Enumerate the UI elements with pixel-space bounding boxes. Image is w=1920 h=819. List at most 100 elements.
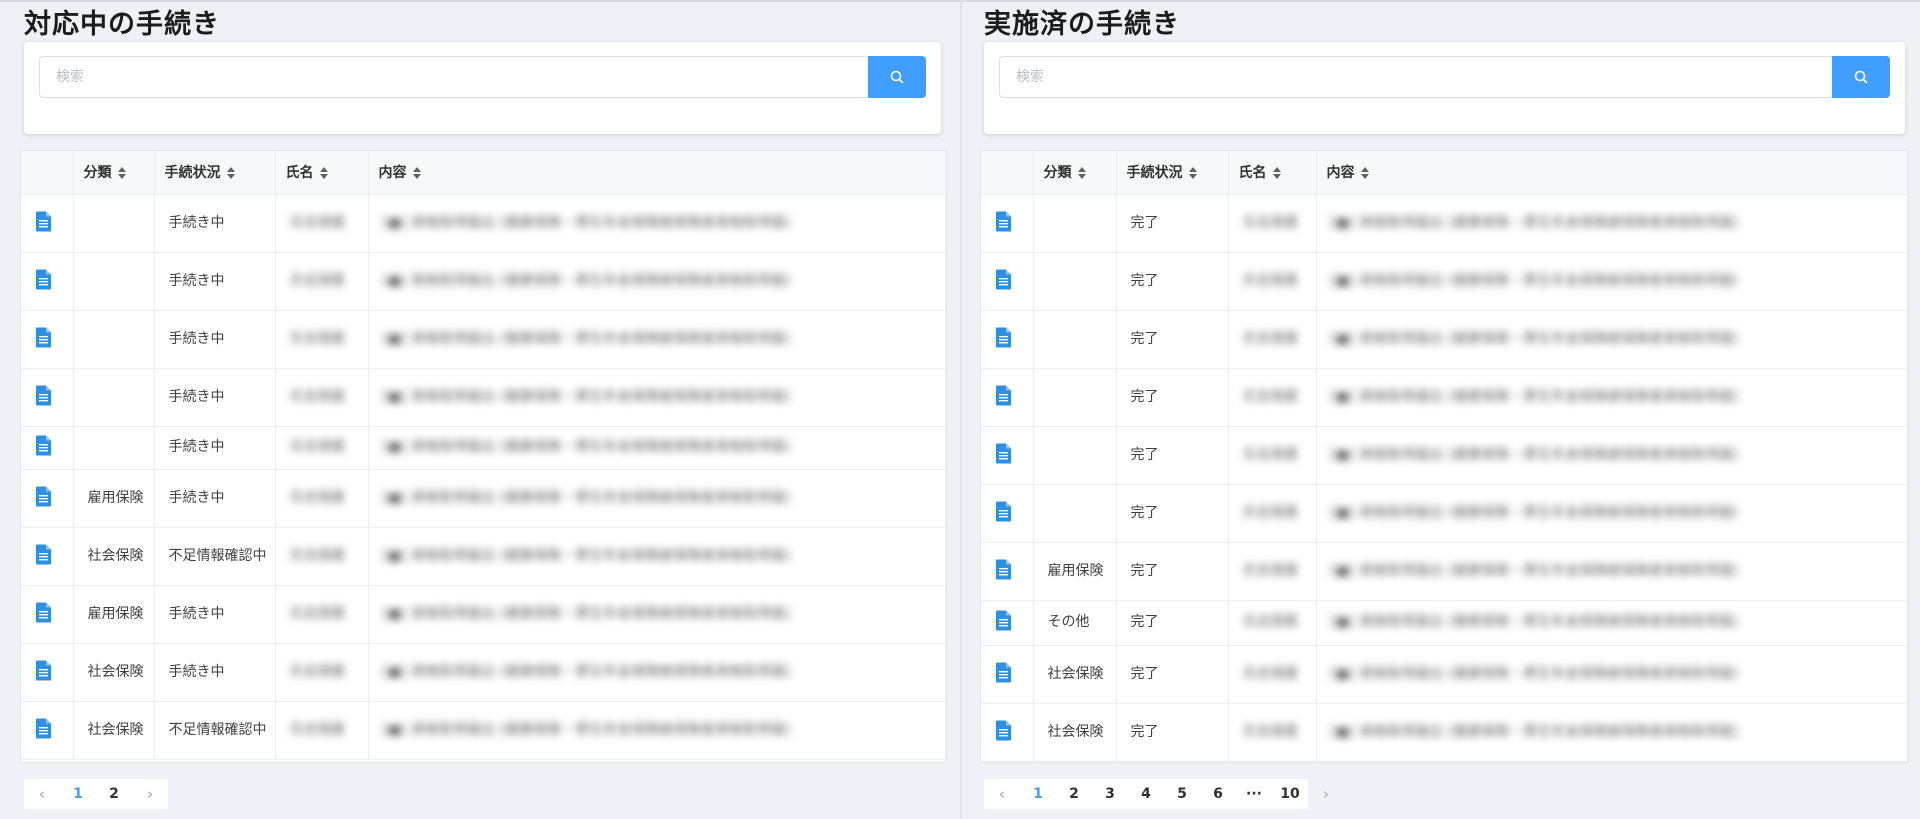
page-button[interactable]: 2 bbox=[96, 786, 132, 802]
document-icon[interactable] bbox=[995, 559, 1012, 584]
document-icon[interactable] bbox=[995, 501, 1012, 526]
table-row[interactable]: 完了 氏名隠匿 [■] 資格取得届出 (健康保険・厚生年金保険被保険者資格取得届) bbox=[981, 368, 1908, 427]
page-button[interactable]: 6 bbox=[1200, 786, 1236, 802]
search-input[interactable] bbox=[999, 56, 1858, 98]
row-icon-cell[interactable] bbox=[981, 252, 1034, 311]
next-page-button[interactable]: › bbox=[1308, 785, 1344, 803]
status-text: 手続き中 bbox=[168, 439, 225, 455]
document-icon[interactable] bbox=[35, 718, 52, 743]
table-row[interactable]: 雇用保険 手続き中 氏名隠匿 [■] 資格取得届出 (健康保険・厚生年金保険被保険者資… bbox=[21, 585, 946, 644]
column-header-label: 手続状況 bbox=[1126, 165, 1183, 182]
search-button[interactable] bbox=[868, 56, 926, 98]
row-icon-cell[interactable] bbox=[981, 310, 1034, 369]
row-icon-cell[interactable] bbox=[981, 368, 1034, 427]
row-icon-cell[interactable] bbox=[981, 600, 1034, 646]
row-icon-cell[interactable] bbox=[21, 643, 74, 702]
prev-page-button[interactable]: ‹ bbox=[984, 785, 1020, 803]
row-icon-cell[interactable] bbox=[21, 252, 74, 311]
row-icon-cell[interactable] bbox=[21, 368, 74, 427]
row-icon-cell[interactable] bbox=[981, 194, 1034, 253]
row-icon-cell[interactable] bbox=[981, 426, 1034, 485]
row-icon-cell[interactable] bbox=[21, 426, 74, 470]
document-icon[interactable] bbox=[995, 385, 1012, 410]
document-icon[interactable] bbox=[35, 385, 52, 410]
document-icon[interactable] bbox=[995, 662, 1012, 687]
document-icon[interactable] bbox=[995, 327, 1012, 352]
name-cell: 氏名隠匿 bbox=[275, 469, 369, 528]
row-icon-cell[interactable] bbox=[981, 703, 1034, 762]
sort-icon[interactable] bbox=[1272, 167, 1282, 180]
table-row[interactable]: 雇用保険 完了 氏名隠匿 [■] 資格取得届出 (健康保険・厚生年金保険被保険者資格取… bbox=[981, 542, 1908, 601]
table-row[interactable]: 完了 氏名隠匿 [■] 資格取得届出 (健康保険・厚生年金保険被保険者資格取得届) bbox=[981, 194, 1908, 253]
row-icon-cell[interactable] bbox=[21, 194, 74, 253]
row-icon-cell[interactable] bbox=[21, 310, 74, 369]
table-row[interactable]: 手続き中 氏名隠匿 [■] 資格取得届出 (健康保険・厚生年金保険被保険者資格取得届… bbox=[21, 310, 946, 369]
sort-icon[interactable] bbox=[412, 167, 422, 180]
page-button[interactable]: 1 bbox=[1020, 786, 1056, 802]
document-icon[interactable] bbox=[35, 211, 52, 236]
next-page-button[interactable]: › bbox=[132, 785, 168, 803]
document-icon[interactable] bbox=[995, 720, 1012, 745]
document-icon[interactable] bbox=[35, 544, 52, 569]
column-header-name[interactable]: 氏名 bbox=[1228, 151, 1317, 195]
page-button[interactable]: 2 bbox=[1056, 786, 1092, 802]
document-icon[interactable] bbox=[995, 610, 1012, 635]
column-header-category[interactable]: 分類 bbox=[73, 151, 155, 195]
status-cell: 完了 bbox=[1116, 194, 1229, 253]
table-row[interactable]: 完了 氏名隠匿 [■] 資格取得届出 (健康保険・厚生年金保険被保険者資格取得届) bbox=[981, 426, 1908, 485]
row-icon-cell[interactable] bbox=[981, 645, 1034, 704]
status-text: 不足情報確認中 bbox=[168, 721, 267, 738]
table-row[interactable]: 社会保険 不足情報確認中 氏名隠匿 [■] 資格取得届出 (健康保険・厚生年金保険被保… bbox=[21, 701, 946, 760]
table-row[interactable]: 社会保険 完了 氏名隠匿 [■] 資格取得届出 (健康保険・厚生年金保険被保険者資格取… bbox=[981, 703, 1908, 762]
table-row[interactable]: 手続き中 氏名隠匿 [■] 資格取得届出 (健康保険・厚生年金保険被保険者資格取得届… bbox=[21, 368, 946, 427]
sort-icon[interactable] bbox=[1188, 167, 1198, 180]
document-icon[interactable] bbox=[35, 435, 52, 460]
row-icon-cell[interactable] bbox=[21, 527, 74, 586]
row-icon-cell[interactable] bbox=[21, 469, 74, 528]
column-header-status[interactable]: 手続状況 bbox=[1116, 151, 1229, 195]
row-icon-cell[interactable] bbox=[21, 585, 74, 644]
column-header-content[interactable]: 内容 bbox=[1316, 151, 1908, 195]
document-icon[interactable] bbox=[35, 660, 52, 685]
column-header-status[interactable]: 手続状況 bbox=[154, 151, 276, 195]
search-button[interactable] bbox=[1832, 56, 1890, 98]
table-row[interactable]: その他 完了 氏名隠匿 [■] 資格取得届出 (健康保険・厚生年金保険被保険者資格取得… bbox=[981, 600, 1908, 646]
page-button[interactable]: ··· bbox=[1236, 786, 1272, 802]
page-button[interactable]: 10 bbox=[1272, 786, 1308, 802]
prev-page-button[interactable]: ‹ bbox=[24, 785, 60, 803]
sort-icon[interactable] bbox=[226, 167, 236, 180]
table-row[interactable]: 手続き中 氏名隠匿 [■] 資格取得届出 (健康保険・厚生年金保険被保険者資格取得届… bbox=[21, 194, 946, 253]
document-icon[interactable] bbox=[35, 486, 52, 511]
sort-icon[interactable] bbox=[1360, 167, 1370, 180]
table-row[interactable]: 手続き中 氏名隠匿 [■] 資格取得届出 (健康保険・厚生年金保険被保険者資格取得届… bbox=[21, 252, 946, 311]
table-row[interactable]: 社会保険 完了 氏名隠匿 [■] 資格取得届出 (健康保険・厚生年金保険被保険者資格取… bbox=[981, 645, 1908, 704]
document-icon[interactable] bbox=[995, 211, 1012, 236]
document-icon[interactable] bbox=[35, 327, 52, 352]
search-input[interactable] bbox=[39, 56, 894, 98]
table-row[interactable]: 雇用保険 手続き中 氏名隠匿 [■] 資格取得届出 (健康保険・厚生年金保険被保険者資… bbox=[21, 469, 946, 528]
table-row[interactable]: 完了 氏名隠匿 [■] 資格取得届出 (健康保険・厚生年金保険被保険者資格取得届) bbox=[981, 484, 1908, 543]
column-header-content[interactable]: 内容 bbox=[368, 151, 946, 195]
table-row[interactable]: 社会保険 手続き中 氏名隠匿 [■] 資格取得届出 (健康保険・厚生年金保険被保険者資… bbox=[21, 643, 946, 702]
page-button[interactable]: 4 bbox=[1128, 786, 1164, 802]
table-row[interactable]: 手続き中 氏名隠匿 [■] 資格取得届出 (健康保険・厚生年金保険被保険者資格取得届… bbox=[21, 426, 946, 470]
sort-icon[interactable] bbox=[1077, 167, 1087, 180]
column-header-category[interactable]: 分類 bbox=[1033, 151, 1117, 195]
table-row[interactable]: 完了 氏名隠匿 [■] 資格取得届出 (健康保険・厚生年金保険被保険者資格取得届) bbox=[981, 252, 1908, 311]
document-icon[interactable] bbox=[35, 602, 52, 627]
page-button[interactable]: 1 bbox=[60, 786, 96, 802]
page-button[interactable]: 5 bbox=[1164, 786, 1200, 802]
row-icon-cell[interactable] bbox=[981, 542, 1034, 601]
table-row[interactable]: 社会保険 不足情報確認中 氏名隠匿 [■] 資格取得届出 (健康保険・厚生年金保険被保… bbox=[21, 527, 946, 586]
content-cell: [■] 資格取得届出 (健康保険・厚生年金保険被保険者資格取得届) bbox=[368, 527, 946, 586]
column-header-name[interactable]: 氏名 bbox=[275, 151, 369, 195]
document-icon[interactable] bbox=[35, 269, 52, 294]
row-icon-cell[interactable] bbox=[21, 701, 74, 760]
document-icon[interactable] bbox=[995, 443, 1012, 468]
row-icon-cell[interactable] bbox=[981, 484, 1034, 543]
document-icon[interactable] bbox=[995, 269, 1012, 294]
table-row[interactable]: 完了 氏名隠匿 [■] 資格取得届出 (健康保険・厚生年金保険被保険者資格取得届) bbox=[981, 310, 1908, 369]
sort-icon[interactable] bbox=[117, 167, 127, 180]
page-button[interactable]: 3 bbox=[1092, 786, 1128, 802]
sort-icon[interactable] bbox=[319, 167, 329, 180]
